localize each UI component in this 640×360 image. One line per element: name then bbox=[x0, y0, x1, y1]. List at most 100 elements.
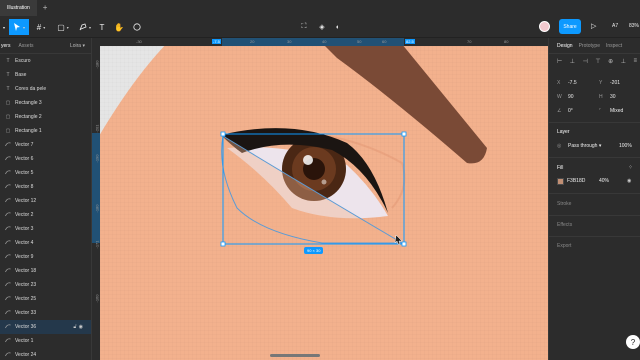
new-tab-button[interactable]: + bbox=[37, 0, 54, 16]
tab-prototype[interactable]: Prototype bbox=[579, 43, 600, 49]
blend-mode-select[interactable]: ◎ Pass through ▾ bbox=[557, 143, 601, 149]
component-button[interactable]: ◈ bbox=[316, 19, 328, 35]
text-icon: T bbox=[6, 86, 10, 92]
comment-tool[interactable] bbox=[131, 19, 143, 35]
mask-icon: ◐ bbox=[335, 23, 341, 31]
fill-styles-button[interactable]: ⁘ bbox=[628, 164, 633, 171]
canvas-scrollbar[interactable] bbox=[270, 354, 320, 357]
pen-icon bbox=[79, 23, 87, 31]
align-center-icon[interactable]: ⊥ bbox=[570, 58, 575, 65]
layer-row[interactable]: T Escuro bbox=[0, 54, 91, 68]
layer-row[interactable]: Vector 1 bbox=[0, 334, 91, 348]
zoom-level[interactable]: 83% bbox=[629, 23, 639, 29]
eye-icon[interactable]: ◉ bbox=[79, 324, 85, 330]
vector-icon bbox=[4, 351, 12, 359]
layer-row[interactable]: T Cores da pele bbox=[0, 82, 91, 96]
distribute-icon[interactable]: ≡ bbox=[633, 58, 637, 65]
layer-label: Vector 25 bbox=[15, 296, 37, 302]
vector-icon bbox=[4, 197, 12, 205]
eye-icon: ◉ bbox=[627, 178, 632, 184]
tab-design[interactable]: Design bbox=[557, 43, 573, 49]
tab-bar: Illustration + bbox=[0, 0, 640, 16]
edit-object-button[interactable]: ⛶ bbox=[298, 19, 310, 35]
align-top-icon[interactable]: ⊤ bbox=[595, 58, 600, 65]
height-field[interactable]: H 30 bbox=[599, 94, 616, 100]
layer-row[interactable]: ▢ Rectangle 2 bbox=[0, 110, 91, 124]
layer-row[interactable]: Vector 4 bbox=[0, 236, 91, 250]
tab-layers[interactable]: yers bbox=[0, 43, 10, 49]
layer-row[interactable]: Vector 23 bbox=[0, 278, 91, 292]
width-field[interactable]: W 90 bbox=[557, 94, 574, 100]
layer-label: Rectangle 1 bbox=[15, 128, 42, 134]
align-right-icon[interactable]: ⊣ bbox=[583, 58, 588, 65]
vector-icon bbox=[4, 337, 12, 345]
layer-row[interactable]: Vector 18 bbox=[0, 264, 91, 278]
avatar[interactable] bbox=[539, 21, 550, 32]
tab-assets[interactable]: Assets bbox=[18, 43, 33, 49]
help-button[interactable]: ? bbox=[626, 335, 640, 349]
layer-row[interactable]: Vector 8 bbox=[0, 180, 91, 194]
effects-section-title[interactable]: Effects bbox=[557, 222, 572, 228]
fill-hex-field[interactable]: F3B18D bbox=[567, 178, 585, 184]
hand-tool[interactable]: ✋ bbox=[113, 19, 125, 35]
frame-tool[interactable]: # ▾ bbox=[32, 19, 50, 35]
vector-icon bbox=[4, 267, 12, 275]
edit-object-icon: ⛶ bbox=[301, 23, 307, 30]
align-left-icon[interactable]: ⊢ bbox=[557, 58, 562, 65]
x-field[interactable]: X -7.5 bbox=[557, 80, 577, 86]
present-button[interactable]: ▷ bbox=[591, 22, 596, 30]
align-bottom-icon[interactable]: ⊥ bbox=[621, 58, 626, 65]
layer-label: Escuro bbox=[15, 58, 31, 64]
layers-list: T Escuro T Base T Cores da pele ▢ Rectangle 3 ▢ R… bbox=[0, 54, 91, 360]
layer-row[interactable]: ▢ Rectangle 1 bbox=[0, 124, 91, 138]
layer-row[interactable]: Vector 3 bbox=[0, 222, 91, 236]
resize-handle[interactable] bbox=[401, 131, 407, 137]
tab-inspect[interactable]: Inspect bbox=[606, 43, 622, 49]
layer-label: Vector 24 bbox=[15, 352, 37, 358]
layer-label: Rectangle 3 bbox=[15, 100, 42, 106]
layer-row[interactable]: Vector 7 bbox=[0, 138, 91, 152]
corner-radius-field[interactable]: ⌜ Mixed bbox=[599, 108, 623, 114]
selection-size-badge: 90 × 30 bbox=[304, 247, 324, 254]
mask-button[interactable]: ◐ bbox=[332, 19, 344, 35]
layer-row[interactable]: Vector 25 bbox=[0, 292, 91, 306]
rotation-field[interactable]: ∠ 0° bbox=[557, 108, 573, 114]
ruler-tick: -201 bbox=[94, 124, 100, 133]
text-tool[interactable]: T bbox=[97, 19, 107, 35]
move-tool[interactable]: ▾ bbox=[9, 19, 29, 35]
export-section-title[interactable]: Export bbox=[557, 243, 571, 249]
resize-handle[interactable] bbox=[220, 131, 226, 137]
fill-color-swatch[interactable] bbox=[557, 178, 564, 185]
layer-row[interactable]: T Base bbox=[0, 68, 91, 82]
layer-row[interactable]: ▢ Rectangle 3 bbox=[0, 96, 91, 110]
notifications-badge[interactable]: A7 bbox=[612, 23, 618, 29]
layer-row[interactable]: Vector 24 bbox=[0, 348, 91, 360]
layer-label: Vector 2 bbox=[15, 212, 34, 218]
layer-label: Vector 8 bbox=[15, 184, 34, 190]
share-button[interactable]: Share bbox=[559, 19, 581, 34]
layer-row[interactable]: Vector 12 bbox=[0, 194, 91, 208]
layer-row[interactable]: Vector 9 bbox=[0, 250, 91, 264]
y-field[interactable]: Y -201 bbox=[599, 80, 620, 86]
layer-row[interactable]: Vector 6 bbox=[0, 152, 91, 166]
pen-tool[interactable]: ▾ bbox=[76, 19, 94, 35]
layer-row[interactable]: Vector 2 bbox=[0, 208, 91, 222]
layer-row[interactable]: Vector 33 bbox=[0, 306, 91, 320]
ruler-tick: -7.5 bbox=[212, 39, 221, 44]
layer-opacity-field[interactable]: 100% bbox=[619, 143, 632, 149]
page-selector[interactable]: Loira ▾ bbox=[70, 43, 85, 49]
fill-opacity-field[interactable]: 40% bbox=[599, 178, 609, 184]
file-tab[interactable]: Illustration bbox=[0, 0, 37, 16]
layer-label: Vector 36 bbox=[15, 324, 37, 330]
layer-row[interactable]: Vector 5 bbox=[0, 166, 91, 180]
layer-row[interactable]: Vector 36 🔓︎◉ bbox=[0, 320, 91, 334]
ruler-left: -180 -201 -190 -180 -171 -160 bbox=[92, 46, 100, 360]
main-menu-button[interactable]: ▾ bbox=[0, 19, 8, 35]
resize-handle[interactable] bbox=[220, 241, 226, 247]
stroke-section-title[interactable]: Stroke bbox=[557, 201, 571, 207]
shape-tool[interactable]: ▢ ▾ bbox=[54, 19, 72, 35]
canvas[interactable] bbox=[92, 38, 548, 360]
resize-handle[interactable] bbox=[401, 241, 407, 247]
align-middle-icon[interactable]: ⊕ bbox=[608, 58, 613, 65]
fill-visibility-toggle[interactable]: ◉ bbox=[627, 178, 631, 184]
